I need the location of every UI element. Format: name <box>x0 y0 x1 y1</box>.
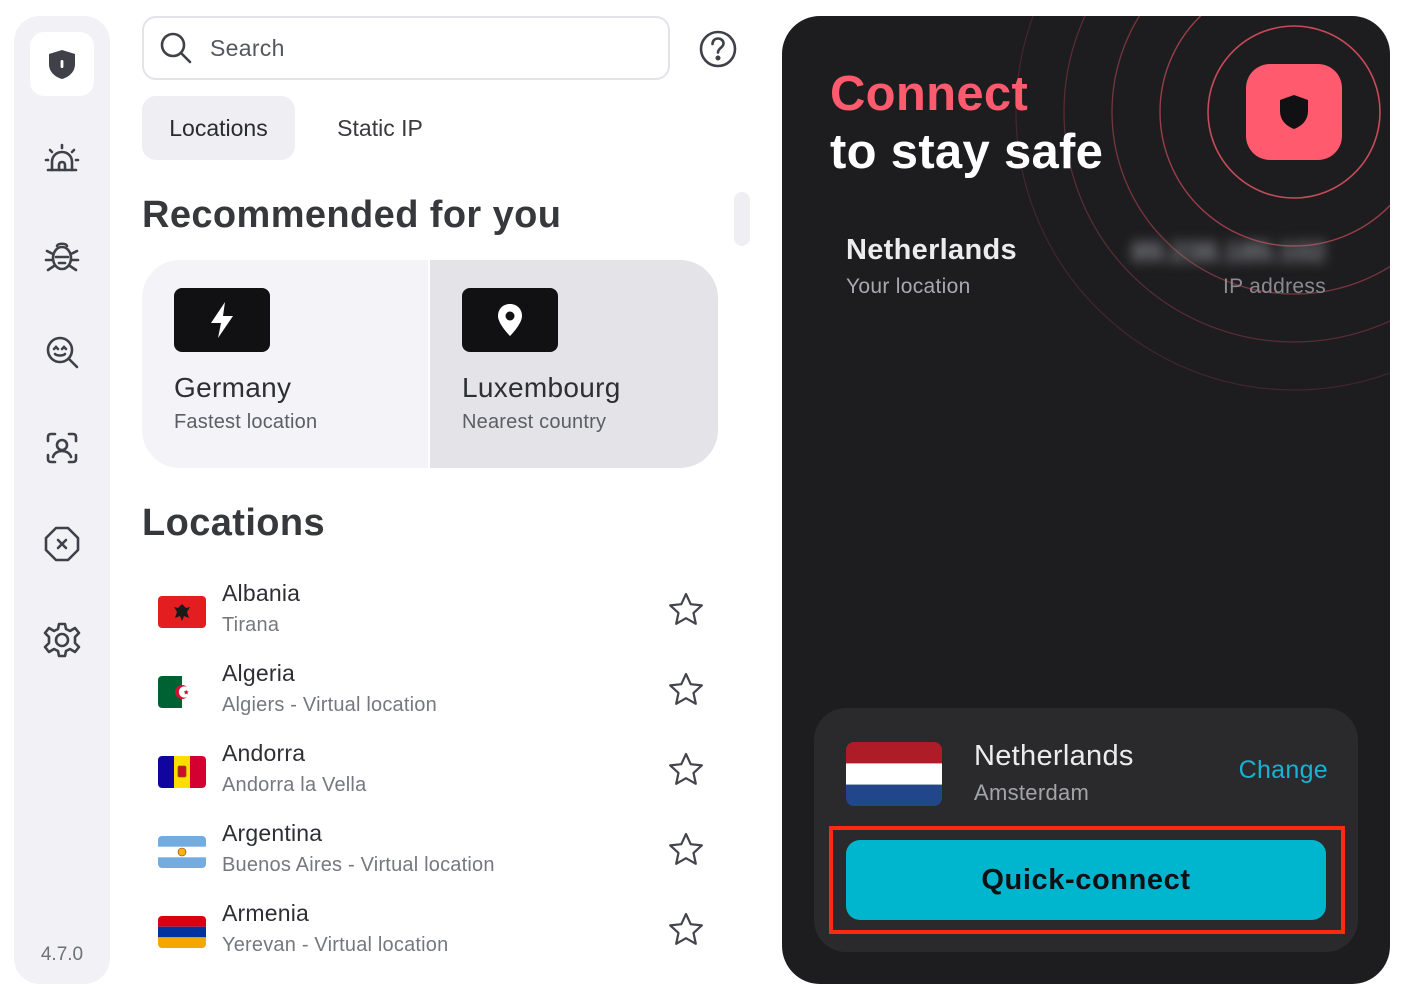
app-version: 4.7.0 <box>40 944 84 965</box>
location-city: Algiers - Virtual location <box>222 694 437 716</box>
sidebar: 4.7.0 <box>14 16 110 984</box>
list-item[interactable]: Algeria Algiers - Virtual location <box>142 660 722 740</box>
location-country: Armenia <box>222 900 310 926</box>
locations-heading: Locations <box>142 502 326 544</box>
list-item[interactable]: Albania Tirana <box>142 580 722 660</box>
favorite-star-icon[interactable] <box>666 750 706 790</box>
question-circle-icon[interactable] <box>698 29 738 69</box>
search-input[interactable] <box>210 34 650 62</box>
scrollbar-thumb[interactable] <box>734 192 750 246</box>
shield-icon <box>1280 95 1308 129</box>
location-country: Algeria <box>222 660 295 686</box>
search-face-icon <box>46 336 79 369</box>
sidebar-item-identity[interactable] <box>30 416 94 480</box>
headline-connect: Connect <box>830 67 1029 121</box>
sidebar-item-vpn[interactable] <box>30 32 94 96</box>
list-item[interactable]: Argentina Buenos Aires - Virtual locatio… <box>142 820 722 900</box>
gear-icon <box>43 622 81 658</box>
recommended-card-subtitle: Fastest location <box>174 411 318 433</box>
recommended-card-nearest[interactable]: Luxembourg Nearest country <box>428 260 718 468</box>
flag-albania-icon <box>158 596 206 628</box>
selected-country: Netherlands <box>974 740 1134 772</box>
recommended-card-fastest[interactable]: Germany Fastest location <box>142 260 428 468</box>
location-city: Buenos Aires - Virtual location <box>222 854 495 876</box>
favorite-star-icon[interactable] <box>666 670 706 710</box>
nearest-icon-box <box>462 288 558 352</box>
location-country: Argentina <box>222 820 323 846</box>
fastest-icon-box <box>174 288 270 352</box>
recommended-card-title: Luxembourg <box>462 372 621 403</box>
favorite-star-icon[interactable] <box>666 590 706 630</box>
favorite-star-icon[interactable] <box>666 910 706 950</box>
location-country: Albania <box>222 580 301 606</box>
tab-static-ip[interactable]: Static IP <box>310 96 450 160</box>
flag-algeria-icon <box>158 676 206 708</box>
search-icon <box>160 32 192 64</box>
recommended-heading: Recommended for you <box>142 194 562 236</box>
tab-locations[interactable]: Locations <box>142 96 295 160</box>
lightning-icon <box>211 302 233 338</box>
flag-argentina-icon <box>158 836 206 868</box>
sidebar-item-threat-protection[interactable] <box>30 224 94 288</box>
status-shield-badge <box>1246 64 1342 160</box>
flag-andorra-icon <box>158 756 206 788</box>
ip-address-value: 89.238.185.102 <box>1131 236 1326 267</box>
current-location-label: Your location <box>846 275 971 298</box>
location-pin-icon <box>498 304 522 336</box>
face-scan-icon <box>46 432 78 464</box>
ip-address-label: IP address <box>1222 275 1326 298</box>
location-city: Tirana <box>222 614 280 636</box>
search-box[interactable] <box>142 16 670 80</box>
bug-icon <box>44 242 80 272</box>
sidebar-item-settings[interactable] <box>30 608 94 672</box>
shield-icon <box>49 50 75 79</box>
sidebar-item-ad-blocker[interactable] <box>30 512 94 576</box>
app-window: 4.7.0 Locations Static IP Recommended fo… <box>0 0 1402 1000</box>
selected-city: Amsterdam <box>974 780 1090 805</box>
sidebar-item-alerts[interactable] <box>30 128 94 192</box>
change-location-button[interactable]: Change <box>1224 756 1328 785</box>
favorite-star-icon[interactable] <box>666 830 706 870</box>
location-city: Yerevan - Virtual location <box>222 934 449 956</box>
recommended-cards: Germany Fastest location Luxembourg Near… <box>142 260 718 468</box>
list-item[interactable]: Andorra Andorra la Vella <box>142 740 722 820</box>
recommended-card-title: Germany <box>174 372 292 403</box>
highlight-box <box>829 826 1345 934</box>
location-country: Andorra <box>222 740 306 766</box>
sidebar-item-dark-web-monitor[interactable] <box>30 320 94 384</box>
alarm-icon <box>44 143 80 172</box>
headline-stay-safe: to stay safe <box>830 125 1104 179</box>
current-location-country: Netherlands <box>846 234 1017 266</box>
recommended-card-subtitle: Nearest country <box>462 411 607 433</box>
list-item[interactable]: Armenia Yerevan - Virtual location <box>142 900 722 980</box>
block-icon <box>44 526 80 562</box>
flag-netherlands-icon <box>846 742 942 806</box>
location-city: Andorra la Vella <box>222 774 367 796</box>
flag-armenia-icon <box>158 916 206 948</box>
